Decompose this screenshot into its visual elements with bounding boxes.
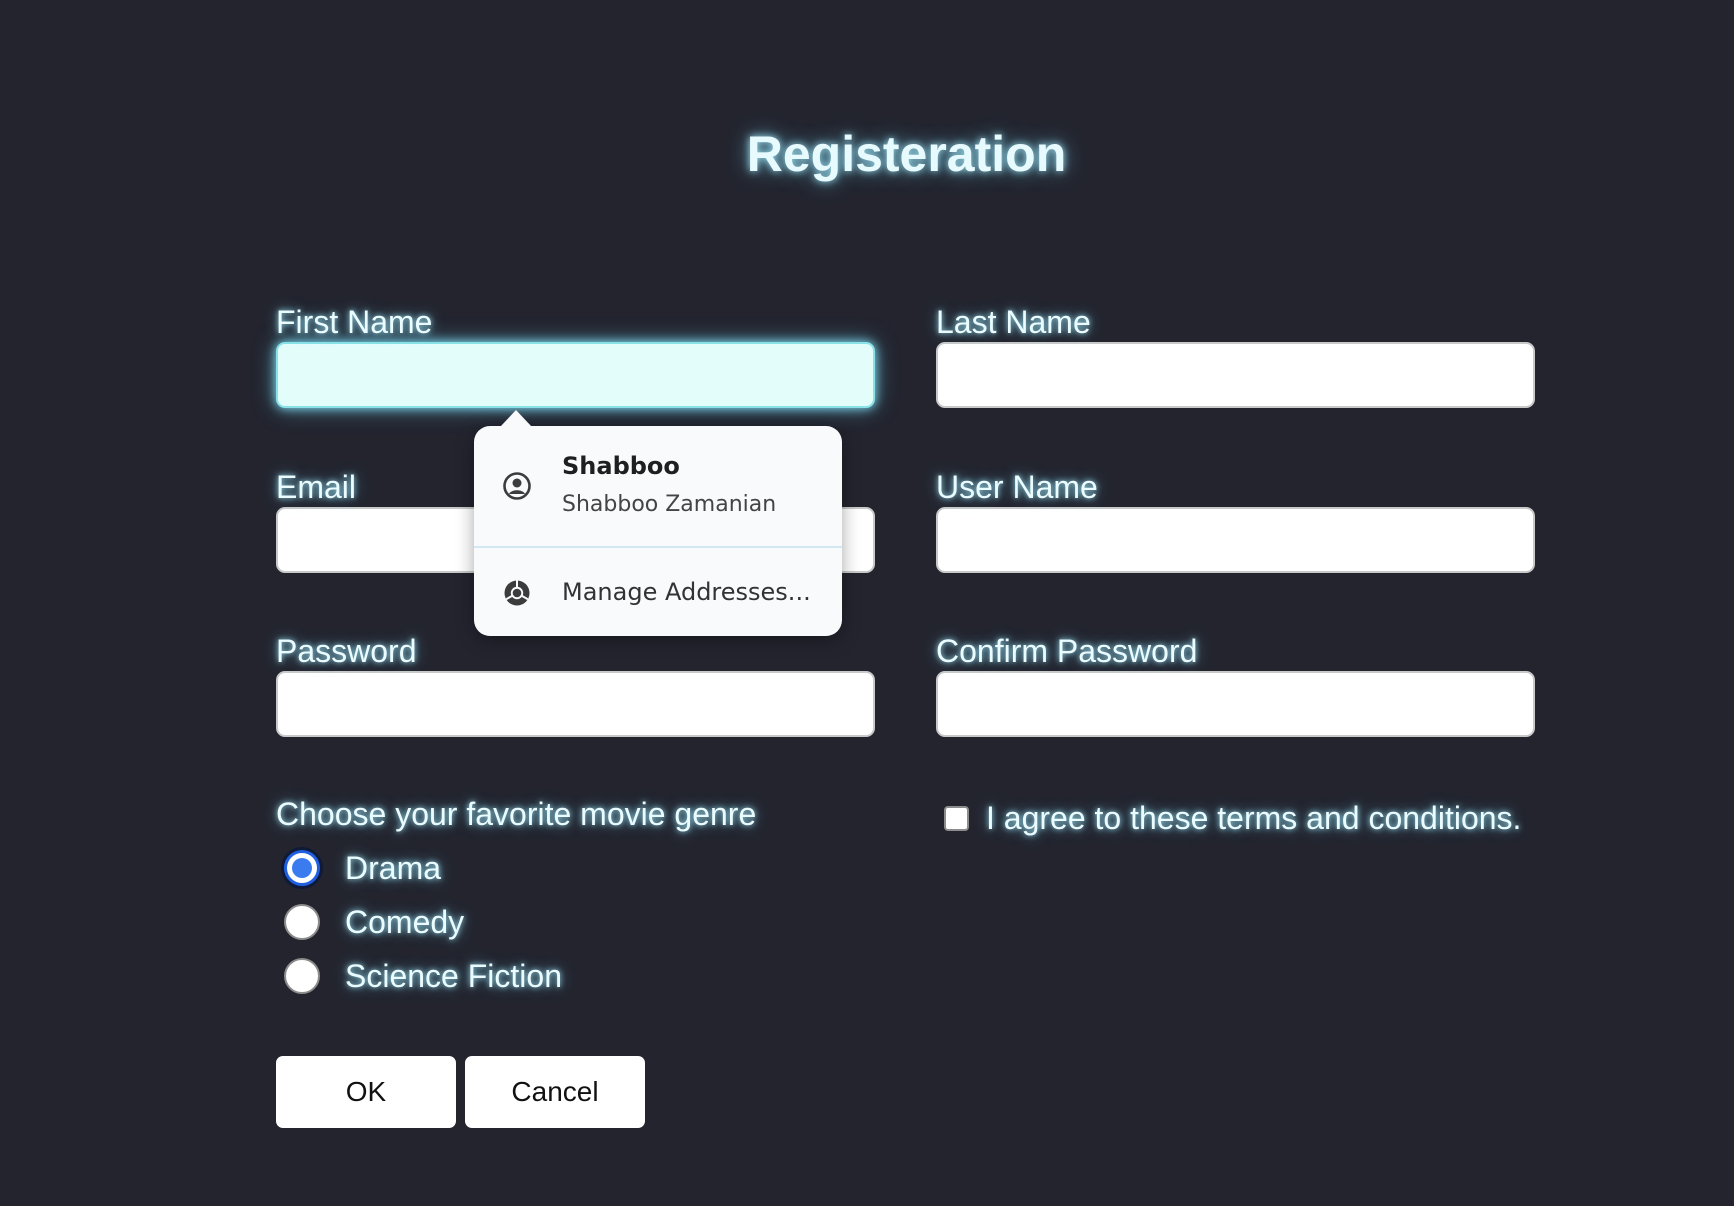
manage-addresses-item[interactable]: Manage Addresses...	[474, 548, 842, 636]
chrome-icon	[504, 580, 530, 606]
genre-option-science-fiction[interactable]: Science Fiction	[284, 951, 562, 1001]
first-name-field: First Name	[276, 304, 875, 408]
autofill-suggestion-title: Shabboo	[562, 452, 680, 480]
manage-addresses-label: Manage Addresses...	[562, 578, 811, 606]
user-name-label: User Name	[936, 469, 1098, 505]
ok-button[interactable]: OK	[276, 1056, 456, 1128]
page-title: Registeration	[746, 126, 1067, 182]
genre-label: Choose your favorite movie genre	[276, 796, 757, 832]
password-input[interactable]	[276, 671, 875, 737]
last-name-input[interactable]	[936, 342, 1535, 408]
terms-row[interactable]: I agree to these terms and conditions.	[944, 800, 1521, 837]
password-label: Password	[276, 633, 417, 669]
radio-label-drama: Drama	[345, 849, 442, 886]
account-circle-icon	[503, 472, 531, 500]
radio-label-science-fiction: Science Fiction	[345, 957, 562, 994]
terms-label: I agree to these terms and conditions.	[986, 800, 1522, 836]
radio-drama[interactable]	[284, 850, 320, 886]
confirm-password-label: Confirm Password	[936, 633, 1198, 669]
password-field: Password	[276, 633, 875, 737]
autofill-pointer	[500, 410, 532, 427]
genre-option-drama[interactable]: Drama	[284, 843, 441, 893]
user-name-input[interactable]	[936, 507, 1535, 573]
first-name-label: First Name	[276, 304, 433, 340]
first-name-input[interactable]	[276, 342, 875, 408]
confirm-password-input[interactable]	[936, 671, 1535, 737]
radio-label-comedy: Comedy	[345, 903, 465, 940]
genre-option-comedy[interactable]: Comedy	[284, 897, 464, 947]
radio-comedy[interactable]	[284, 904, 320, 940]
user-name-field: User Name	[936, 469, 1535, 573]
last-name-field: Last Name	[936, 304, 1535, 408]
autofill-suggestion[interactable]: Shabboo Shabboo Zamanian	[474, 426, 842, 546]
autofill-popup: Shabboo Shabboo Zamanian Manage Addresse…	[474, 410, 842, 636]
terms-checkbox[interactable]	[944, 806, 969, 831]
radio-science-fiction[interactable]	[284, 958, 320, 994]
confirm-password-field: Confirm Password	[936, 633, 1535, 737]
autofill-suggestion-subtitle: Shabboo Zamanian	[562, 492, 777, 517]
cancel-button[interactable]: Cancel	[465, 1056, 645, 1128]
last-name-label: Last Name	[936, 304, 1091, 340]
